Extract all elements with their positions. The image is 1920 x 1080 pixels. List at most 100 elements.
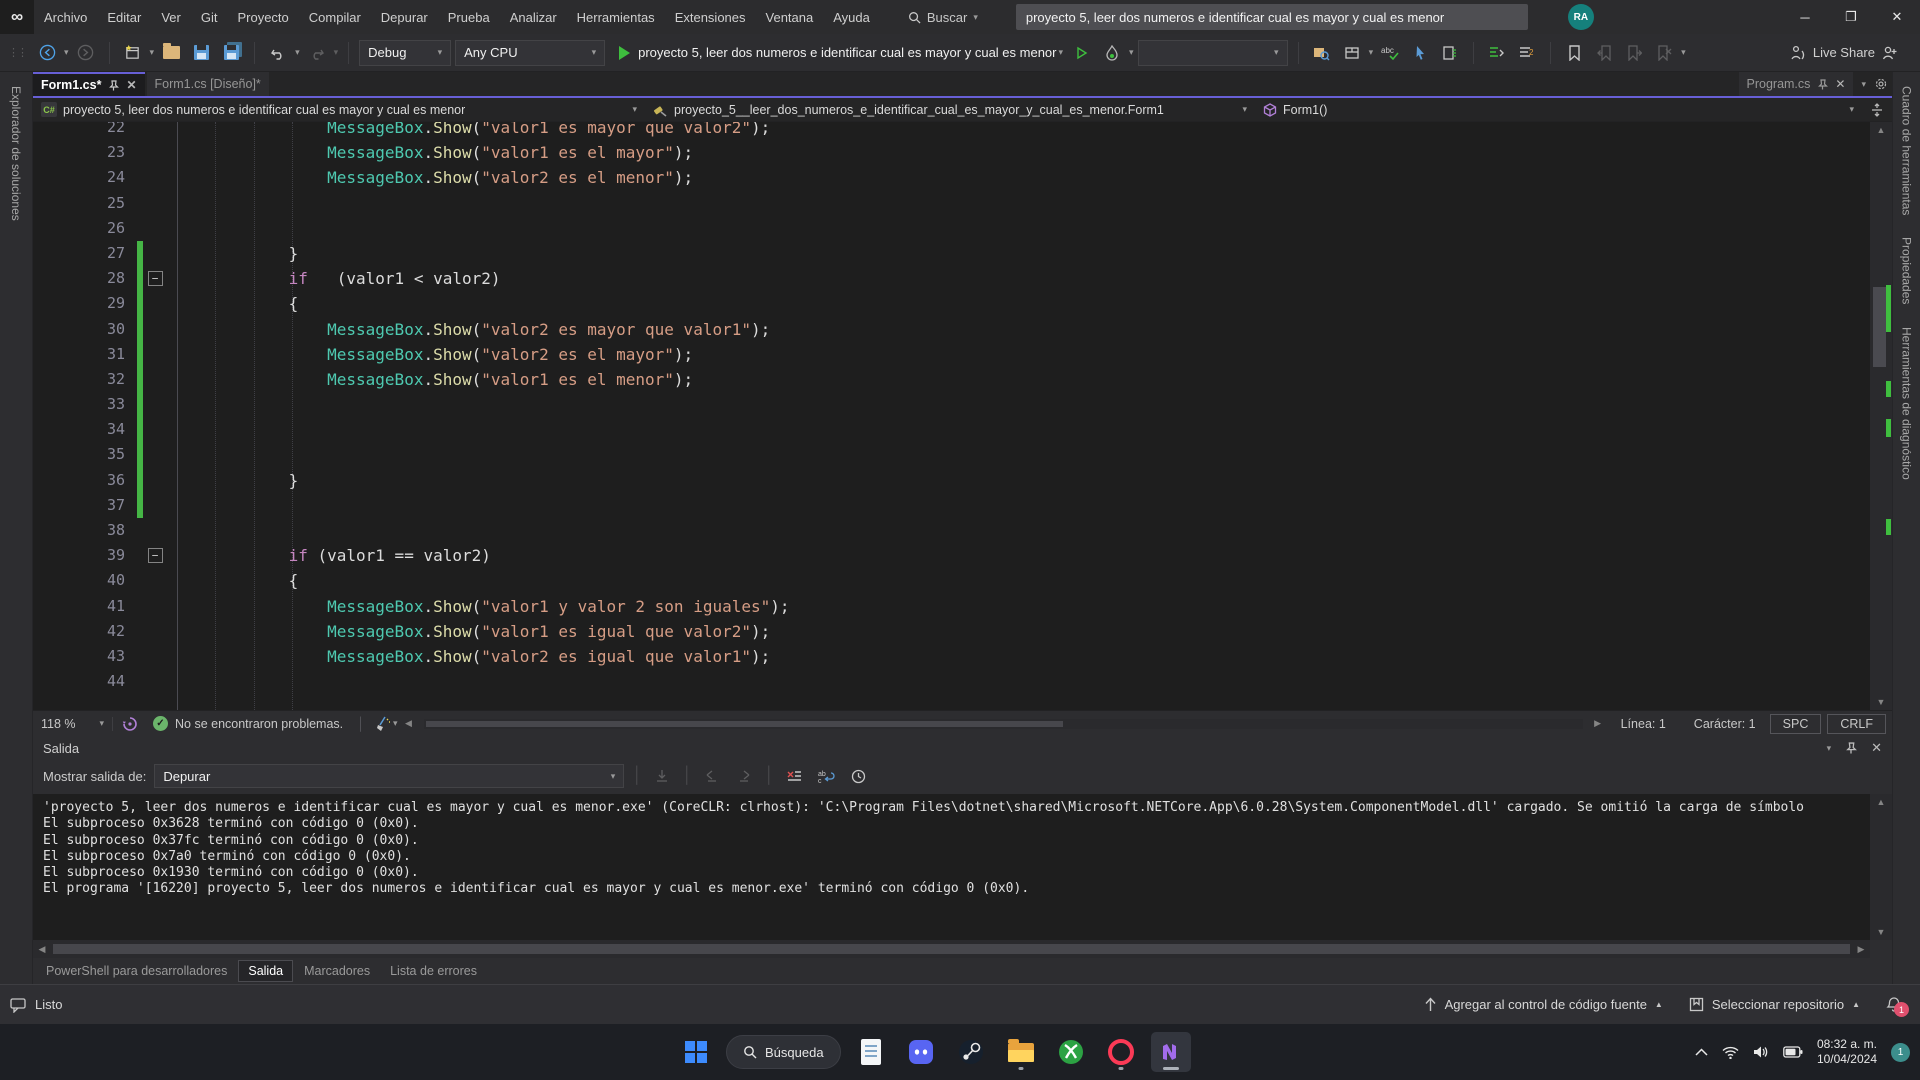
navigate-back-button[interactable] [34,40,60,66]
pin-icon[interactable] [108,80,119,91]
tab-program-cs[interactable]: Program.cs ✕ [1739,72,1854,96]
dock-tab-herramientas-de-diagn-stico[interactable]: Herramientas de diagnóstico [1900,327,1914,480]
tab-form1-designer[interactable]: Form1.cs [Diseño]* [147,72,269,96]
empty-dropdown[interactable]: ▾ [1138,40,1288,66]
taskbar-clock[interactable]: 08:32 a. m. 10/04/2024 [1817,1037,1877,1067]
hscroll-right-icon[interactable]: ▶ [1589,718,1607,729]
bookmarks-overflow-caret[interactable]: ▾ [1681,47,1686,58]
menu-archivo[interactable]: Archivo [34,0,97,34]
opera-gx-icon[interactable] [1101,1032,1141,1072]
feedback-button[interactable]: Listo [10,997,62,1013]
close-panel-icon[interactable]: ✕ [1871,740,1882,756]
find-in-files-button[interactable] [1309,40,1335,66]
save-button[interactable] [188,40,214,66]
menu-compilar[interactable]: Compilar [299,0,371,34]
volume-icon[interactable] [1753,1045,1769,1059]
select-repository-button[interactable]: Seleccionar repositorio ▲ [1689,997,1860,1012]
menu-ver[interactable]: Ver [151,0,191,34]
scroll-down-icon[interactable]: ▼ [1870,924,1892,940]
search-control[interactable]: Buscar ▾ [908,10,978,25]
output-vertical-scrollbar[interactable]: ▲ ▼ [1870,794,1892,940]
close-button[interactable]: ✕ [1874,0,1920,34]
redo-history-caret[interactable]: ▾ [334,47,339,58]
configuration-dropdown[interactable]: Debug▾ [359,40,451,66]
code-line-32[interactable]: 32 MessageBox.Show("valor1 es el menor")… [33,367,1892,392]
open-folder-button[interactable] [158,40,184,66]
notepad-icon[interactable] [851,1032,891,1072]
spell-check-button[interactable]: abc [1377,40,1403,66]
menu-ventana[interactable]: Ventana [756,0,824,34]
fold-column[interactable]: − [143,266,167,291]
gear-icon[interactable] [1874,77,1888,91]
hot-reload-button[interactable] [1099,40,1125,66]
steam-icon[interactable] [951,1032,991,1072]
selection-button[interactable] [1407,40,1433,66]
visual-studio-icon[interactable] [1151,1032,1191,1072]
code-line-41[interactable]: 41 MessageBox.Show("valor1 y valor 2 son… [33,594,1892,619]
panel-tab-lista-de-errores[interactable]: Lista de errores [381,961,486,981]
start-button[interactable] [676,1032,716,1072]
dock-tab-explorador-de-soluciones[interactable]: Explorador de soluciones [9,86,23,221]
collapse-icon[interactable]: − [148,271,163,286]
platform-dropdown[interactable]: Any CPU▾ [455,40,605,66]
code-line-30[interactable]: 30 MessageBox.Show("valor2 es mayor que … [33,317,1892,342]
code-line-43[interactable]: 43 MessageBox.Show("valor2 es igual que … [33,644,1892,669]
insert-snippet-button[interactable] [1437,40,1463,66]
new-project-button[interactable] [120,40,146,66]
next-message-button[interactable] [732,764,756,788]
panel-tab-salida[interactable]: Salida [238,960,293,982]
pin-icon[interactable] [1817,79,1828,90]
clear-all-button[interactable] [782,764,806,788]
comment-lines-button[interactable]: 2 [1514,40,1540,66]
editor-vertical-scrollbar[interactable]: ▲ ▼ [1870,122,1892,710]
navigate-forward-button[interactable] [73,40,99,66]
scrollbar-thumb[interactable] [1873,287,1886,367]
undo-history-caret[interactable]: ▾ [295,47,300,58]
tray-expand-icon[interactable] [1695,1048,1708,1056]
save-all-button[interactable] [218,40,244,66]
clear-bookmarks-button[interactable] [1651,40,1677,66]
output-source-dropdown[interactable]: Depurar ▾ [154,764,624,788]
menu-depurar[interactable]: Depurar [371,0,438,34]
wifi-icon[interactable] [1722,1046,1739,1059]
code-line-44[interactable]: 44 [33,669,1892,694]
live-share-button[interactable]: Live Share [1790,45,1912,61]
code-line-25[interactable]: 25 [33,191,1892,216]
restore-button[interactable]: ❐ [1828,0,1874,34]
hscroll-left-icon[interactable]: ◀ [33,944,51,955]
menu-analizar[interactable]: Analizar [500,0,567,34]
hot-reload-caret[interactable]: ▾ [1129,47,1134,58]
panel-tab-marcadores[interactable]: Marcadores [295,961,379,981]
output-text[interactable]: 'proyecto 5, leer dos numeros e identifi… [33,794,1870,940]
prev-bookmark-button[interactable] [1591,40,1617,66]
output-horizontal-scrollbar[interactable]: ◀ ▶ [33,940,1870,958]
split-window-button[interactable] [1862,103,1892,117]
tab-form1-cs[interactable]: Form1.cs* ✕ [33,72,145,96]
code-cleanup-button[interactable]: ▾ [373,711,400,737]
code-line-24[interactable]: 24 MessageBox.Show("valor2 es el menor")… [33,165,1892,190]
next-bookmark-button[interactable] [1621,40,1647,66]
menu-extensiones[interactable]: Extensiones [665,0,756,34]
dock-tab-propiedades[interactable]: Propiedades [1900,237,1914,304]
panel-tab-powershell-para-desarrolladores[interactable]: PowerShell para desarrolladores [37,961,236,981]
undo-button[interactable] [265,40,291,66]
code-line-42[interactable]: 42 MessageBox.Show("valor1 es igual que … [33,619,1892,644]
minimize-button[interactable]: ─ [1782,0,1828,34]
code-line-28[interactable]: 28− if (valor1 < valor2) [33,266,1892,291]
menu-herramientas[interactable]: Herramientas [567,0,665,34]
code-line-31[interactable]: 31 MessageBox.Show("valor2 es el mayor")… [33,342,1892,367]
add-source-control-button[interactable]: Agregar al control de código fuente ▲ [1424,997,1663,1012]
discord-icon[interactable] [901,1032,941,1072]
word-wrap-button[interactable]: abc [814,764,838,788]
indent-lines-button[interactable] [1484,40,1510,66]
code-line-22[interactable]: 22 MessageBox.Show("valor1 es mayor que … [33,122,1892,140]
menu-editar[interactable]: Editar [97,0,151,34]
code-line-27[interactable]: 27 } [33,241,1892,266]
dock-tab-cuadro-de-herramientas[interactable]: Cuadro de herramientas [1900,86,1914,215]
start-debug-button[interactable]: proyecto 5, leer dos numeros e identific… [617,40,1065,66]
zoom-dropdown[interactable]: 118 %▾ [33,717,113,731]
new-item-caret[interactable]: ▾ [150,47,155,58]
type-dropdown[interactable]: proyecto_5__leer_dos_numeros_e_identific… [645,99,1255,121]
code-line-35[interactable]: 35 [33,442,1892,467]
editor-horizontal-scrollbar[interactable] [424,719,1583,729]
